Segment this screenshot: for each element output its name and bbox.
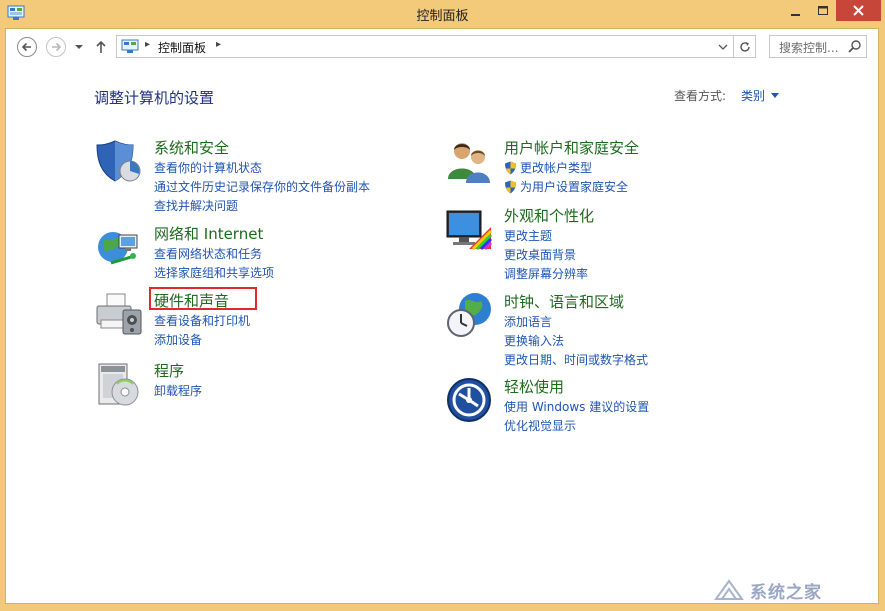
view-by-dropdown[interactable]: 类别 (741, 87, 780, 104)
window-title: 控制面板 (416, 9, 469, 24)
shield-pie-icon[interactable] (95, 137, 143, 185)
maximize-icon (818, 5, 828, 15)
view-by-value: 类别 (741, 89, 766, 103)
link-devices-printers[interactable]: 查看设备和打印机 (154, 311, 250, 330)
chevron-down-icon (771, 93, 780, 98)
category-title[interactable]: 网络和 Internet (154, 223, 263, 244)
link-add-language[interactable]: 添加语言 (504, 312, 648, 331)
link-text[interactable]: 更改帐户类型 (520, 159, 592, 176)
clock-globe-icon[interactable] (445, 291, 493, 339)
link-optimize-visual-display[interactable]: 优化视觉显示 (504, 416, 649, 435)
breadcrumb-separator-icon[interactable]: ▸ (145, 39, 150, 50)
category-links: 查看网络状态和任务 选择家庭组和共享选项 (154, 244, 274, 282)
link-file-history[interactable]: 通过文件历史记录保存你的文件备份副本 (154, 177, 370, 196)
arrow-left-icon (21, 42, 31, 52)
page-title: 调整计算机的设置 (94, 89, 215, 107)
category-user-accounts: 用户帐户和家庭安全 更改帐户类型 为用户设置家庭安全 (445, 137, 765, 197)
minimize-icon (791, 13, 800, 16)
category-links: 使用 Windows 建议的设置 优化视觉显示 (504, 397, 649, 435)
uac-shield-icon (505, 180, 516, 193)
link-change-input-method[interactable]: 更换输入法 (504, 331, 648, 350)
category-system-security: 系统和安全 查看你的计算机状态 通过文件历史记录保存你的文件备份副本 查找并解决… (95, 137, 415, 213)
arrow-up-icon (96, 40, 106, 53)
category-title[interactable]: 程序 (154, 360, 184, 381)
highlight-box (149, 287, 257, 310)
arrow-right-icon (52, 42, 62, 52)
link-family-safety[interactable]: 为用户设置家庭安全 (504, 177, 628, 196)
printer-icon[interactable] (95, 290, 143, 338)
link-network-status[interactable]: 查看网络状态和任务 (154, 244, 274, 263)
control-panel-icon (121, 39, 139, 53)
ease-of-access-icon[interactable] (445, 376, 493, 424)
chevron-down-icon (718, 44, 728, 50)
link-recommended-settings[interactable]: 使用 Windows 建议的设置 (504, 397, 649, 416)
close-icon (853, 5, 864, 16)
view-by-label: 查看方式: (674, 89, 727, 103)
category-network-internet: 网络和 Internet 查看网络状态和任务 选择家庭组和共享选项 (95, 223, 415, 280)
watermark-text: 系统之家 (750, 582, 822, 603)
category-title[interactable]: 时钟、语言和区域 (504, 291, 624, 312)
uac-shield-icon (505, 161, 516, 174)
maximize-button[interactable] (810, 0, 836, 21)
back-button[interactable] (17, 37, 37, 57)
category-title[interactable]: 外观和个性化 (504, 205, 594, 226)
link-date-time-format[interactable]: 更改日期、时间或数字格式 (504, 350, 648, 369)
search-icon[interactable] (848, 39, 862, 54)
category-links: 更改主题 更改桌面背景 调整屏幕分辨率 (504, 226, 588, 283)
category-links: 添加语言 更换输入法 更改日期、时间或数字格式 (504, 312, 648, 369)
recent-locations-button[interactable] (72, 39, 86, 55)
category-appearance: 外观和个性化 更改主题 更改桌面背景 调整屏幕分辨率 (445, 205, 765, 281)
category-clock-language-region: 时钟、语言和区域 添加语言 更换输入法 更改日期、时间或数字格式 (445, 291, 765, 367)
forward-button[interactable] (46, 37, 66, 57)
minimize-button[interactable] (782, 0, 810, 21)
link-uninstall-program[interactable]: 卸载程序 (154, 381, 202, 400)
address-bar[interactable]: ▸ 控制面板 ▸ (116, 35, 734, 58)
chevron-down-icon (75, 45, 83, 49)
category-programs: 程序 卸载程序 (95, 360, 415, 415)
category-ease-of-access: 轻松使用 使用 Windows 建议的设置 优化视觉显示 (445, 376, 765, 433)
address-history-button[interactable] (715, 38, 731, 55)
watermark-logo-icon (714, 579, 744, 600)
breadcrumb-control-panel[interactable]: 控制面板 (158, 39, 206, 56)
link-text[interactable]: 为用户设置家庭安全 (520, 178, 628, 195)
category-title[interactable]: 系统和安全 (154, 137, 229, 158)
programs-icon[interactable] (95, 360, 143, 408)
refresh-icon (739, 41, 750, 52)
breadcrumb-separator-icon[interactable]: ▸ (216, 39, 221, 50)
link-desktop-background[interactable]: 更改桌面背景 (504, 245, 588, 264)
search-placeholder: 搜索控制... (779, 41, 839, 55)
search-input[interactable]: 搜索控制... (769, 35, 867, 58)
network-globe-icon[interactable] (95, 223, 143, 271)
link-homegroup[interactable]: 选择家庭组和共享选项 (154, 263, 274, 282)
category-title[interactable]: 轻松使用 (504, 376, 564, 397)
category-title[interactable]: 用户帐户和家庭安全 (504, 137, 639, 158)
link-troubleshoot[interactable]: 查找并解决问题 (154, 196, 370, 215)
refresh-button[interactable] (734, 35, 756, 58)
title-bar: 控制面板 (0, 0, 885, 28)
monitor-palette-icon[interactable] (445, 205, 493, 253)
up-button[interactable] (92, 38, 110, 56)
category-links: 更改帐户类型 为用户设置家庭安全 (504, 158, 628, 196)
close-button[interactable] (836, 0, 881, 21)
category-links: 查看你的计算机状态 通过文件历史记录保存你的文件备份副本 查找并解决问题 (154, 158, 370, 215)
navigation-bar: ▸ 控制面板 ▸ 搜索控制... (6, 29, 878, 65)
watermark: 系统之家 (714, 577, 876, 603)
link-view-computer-status[interactable]: 查看你的计算机状态 (154, 158, 370, 177)
category-links: 查看设备和打印机 添加设备 (154, 311, 250, 349)
link-change-theme[interactable]: 更改主题 (504, 226, 588, 245)
link-add-device[interactable]: 添加设备 (154, 330, 250, 349)
link-screen-resolution[interactable]: 调整屏幕分辨率 (504, 264, 588, 283)
category-links: 卸载程序 (154, 381, 202, 400)
window-body: ▸ 控制面板 ▸ 搜索控制... 调整计算机的设置 查看方式: 类别 系统和安全 (5, 28, 879, 604)
users-icon[interactable] (445, 137, 493, 185)
link-change-account-type[interactable]: 更改帐户类型 (504, 158, 628, 177)
